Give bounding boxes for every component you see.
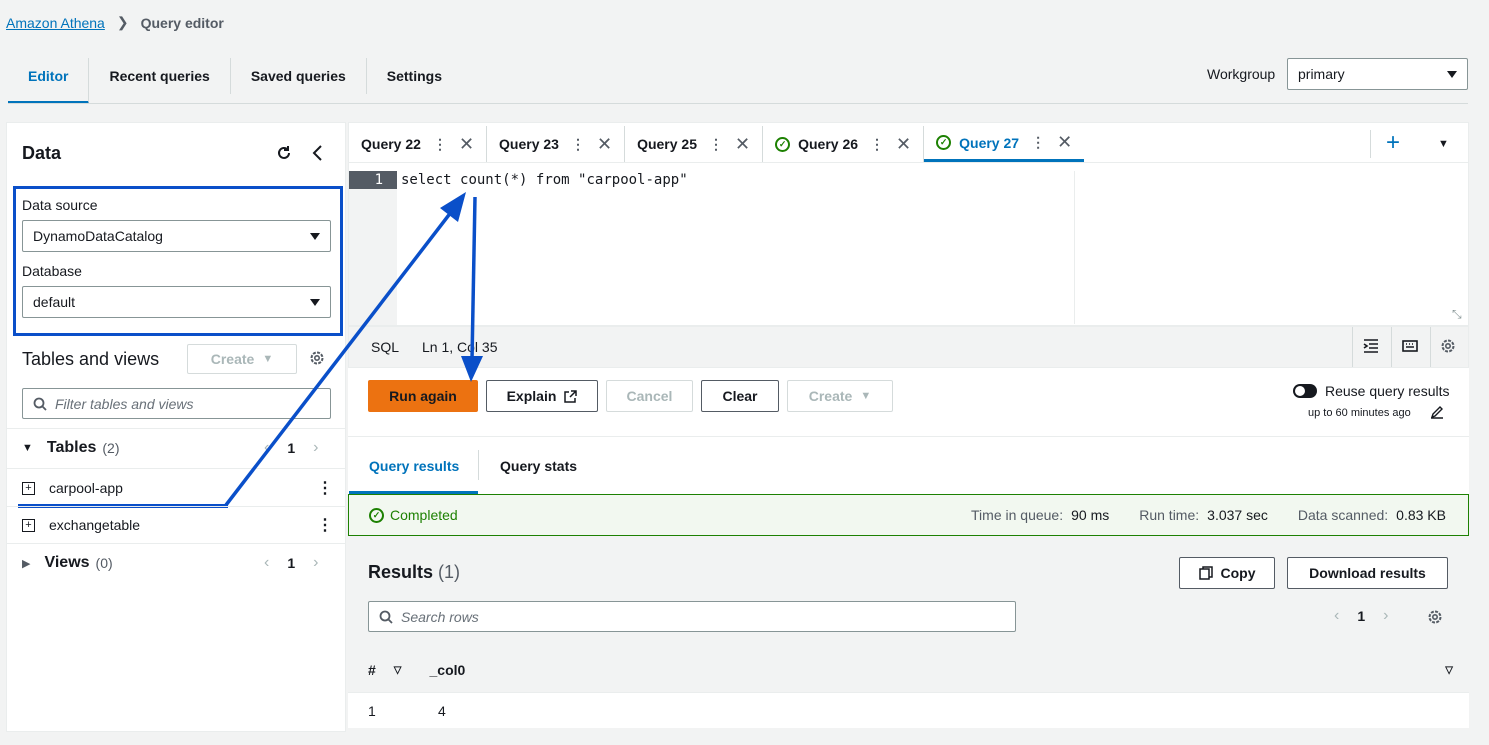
- annotation-arrowhead: [440, 192, 466, 222]
- annotation-arrow-diagonal: [224, 205, 457, 507]
- annotation-arrow-vertical: [470, 196, 477, 361]
- annotation-arrowhead: [461, 356, 483, 382]
- annotation-arrows: [224, 192, 483, 507]
